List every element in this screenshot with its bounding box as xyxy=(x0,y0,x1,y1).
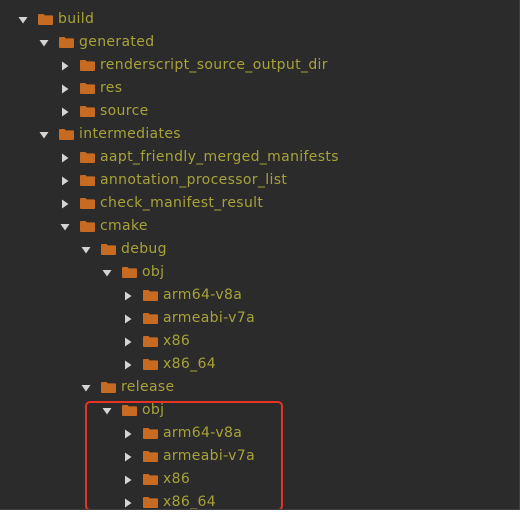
chevron-right-icon[interactable] xyxy=(123,291,133,301)
chevron-right-icon[interactable] xyxy=(60,153,70,163)
tree-node-generated[interactable]: generated xyxy=(0,31,519,54)
folder-icon xyxy=(143,313,158,324)
tree-node-source[interactable]: source xyxy=(0,100,519,123)
chevron-right-icon[interactable] xyxy=(60,84,70,94)
chevron-right-icon[interactable] xyxy=(123,498,133,508)
chevron-down-icon[interactable] xyxy=(39,38,49,48)
tree-node-label: x86 xyxy=(163,333,191,349)
tree-node-label: x86_64 xyxy=(163,494,217,510)
tree-node-annotation-processor-list[interactable]: annotation_processor_list xyxy=(0,169,519,192)
tree-node-check-manifest-result[interactable]: check_manifest_result xyxy=(0,192,519,215)
folder-icon xyxy=(101,382,116,393)
tree-node-label: armeabi-v7a xyxy=(163,448,255,464)
tree-node-debug[interactable]: debug xyxy=(0,238,519,261)
chevron-down-icon[interactable] xyxy=(60,222,70,232)
chevron-down-icon[interactable] xyxy=(102,268,112,278)
chevron-right-icon[interactable] xyxy=(123,337,133,347)
tree-node-armeabi-v7a[interactable]: armeabi-v7a xyxy=(0,307,519,330)
tree-node-label: cmake xyxy=(100,218,148,234)
tree-node-label: renderscript_source_output_dir xyxy=(100,57,328,73)
chevron-right-icon[interactable] xyxy=(123,452,133,462)
tree-node-label: generated xyxy=(79,34,155,50)
project-tree-panel: build generated renderscript_source_outp… xyxy=(0,0,520,510)
folder-icon xyxy=(143,451,158,462)
tree-node-res[interactable]: res xyxy=(0,77,519,100)
folder-icon xyxy=(143,428,158,439)
folder-icon xyxy=(80,221,95,232)
tree-node-label: obj xyxy=(142,264,165,280)
folder-icon xyxy=(80,60,95,71)
tree-node-release[interactable]: release xyxy=(0,376,519,399)
tree-node-label: arm64-v8a xyxy=(163,425,243,441)
tree-node-label: debug xyxy=(121,241,167,257)
tree-node-label: source xyxy=(100,103,149,119)
tree-node-arm64-v8a[interactable]: arm64-v8a xyxy=(0,284,519,307)
tree-node-label: intermediates xyxy=(79,126,181,142)
folder-icon xyxy=(143,359,158,370)
tree-node-label: release xyxy=(121,379,175,395)
tree-node-obj[interactable]: obj xyxy=(0,261,519,284)
tree-node-label: arm64-v8a xyxy=(163,287,243,303)
tree-node-label: res xyxy=(100,80,123,96)
tree-node-label: check_manifest_result xyxy=(100,195,264,211)
folder-icon xyxy=(80,152,95,163)
tree-node-renderscript-source-output-dir[interactable]: renderscript_source_output_dir xyxy=(0,54,519,77)
tree-node-intermediates[interactable]: intermediates xyxy=(0,123,519,146)
tree-node-label: obj xyxy=(142,402,165,418)
tree-node-armeabi-v7a[interactable]: armeabi-v7a xyxy=(0,445,519,468)
chevron-right-icon[interactable] xyxy=(60,107,70,117)
folder-icon xyxy=(143,290,158,301)
tree-node-label: annotation_processor_list xyxy=(100,172,288,188)
tree-node-obj[interactable]: obj xyxy=(0,399,519,422)
folder-icon xyxy=(80,198,95,209)
folder-icon xyxy=(122,267,137,278)
folder-icon xyxy=(80,106,95,117)
tree-node-arm64-v8a[interactable]: arm64-v8a xyxy=(0,422,519,445)
chevron-right-icon[interactable] xyxy=(60,176,70,186)
tree-node-build[interactable]: build xyxy=(0,8,519,31)
chevron-down-icon[interactable] xyxy=(39,130,49,140)
chevron-down-icon[interactable] xyxy=(81,245,91,255)
chevron-right-icon[interactable] xyxy=(123,360,133,370)
chevron-right-icon[interactable] xyxy=(123,475,133,485)
folder-icon xyxy=(80,175,95,186)
tree-node-label: x86_64 xyxy=(163,356,217,372)
tree-node-x86-64[interactable]: x86_64 xyxy=(0,491,519,510)
chevron-right-icon[interactable] xyxy=(123,429,133,439)
tree-node-aapt-friendly-merged-manifests[interactable]: aapt_friendly_merged_manifests xyxy=(0,146,519,169)
project-tree: build generated renderscript_source_outp… xyxy=(0,0,519,510)
chevron-down-icon[interactable] xyxy=(81,383,91,393)
chevron-right-icon[interactable] xyxy=(60,61,70,71)
tree-node-x86-64[interactable]: x86_64 xyxy=(0,353,519,376)
tree-node-label: armeabi-v7a xyxy=(163,310,255,326)
folder-icon xyxy=(122,405,137,416)
folder-icon xyxy=(101,244,116,255)
chevron-down-icon[interactable] xyxy=(102,406,112,416)
folder-icon xyxy=(80,83,95,94)
tree-node-label: build xyxy=(58,11,95,27)
folder-icon xyxy=(59,37,74,48)
chevron-right-icon[interactable] xyxy=(123,314,133,324)
chevron-right-icon[interactable] xyxy=(60,199,70,209)
tree-node-cmake[interactable]: cmake xyxy=(0,215,519,238)
folder-icon xyxy=(143,336,158,347)
tree-node-label: x86 xyxy=(163,471,191,487)
tree-node-label: aapt_friendly_merged_manifests xyxy=(100,149,339,165)
folder-icon xyxy=(143,474,158,485)
tree-node-x86[interactable]: x86 xyxy=(0,468,519,491)
tree-node-x86[interactable]: x86 xyxy=(0,330,519,353)
folder-icon xyxy=(59,129,74,140)
chevron-down-icon[interactable] xyxy=(18,15,28,25)
folder-icon xyxy=(38,14,53,25)
folder-icon xyxy=(143,497,158,508)
